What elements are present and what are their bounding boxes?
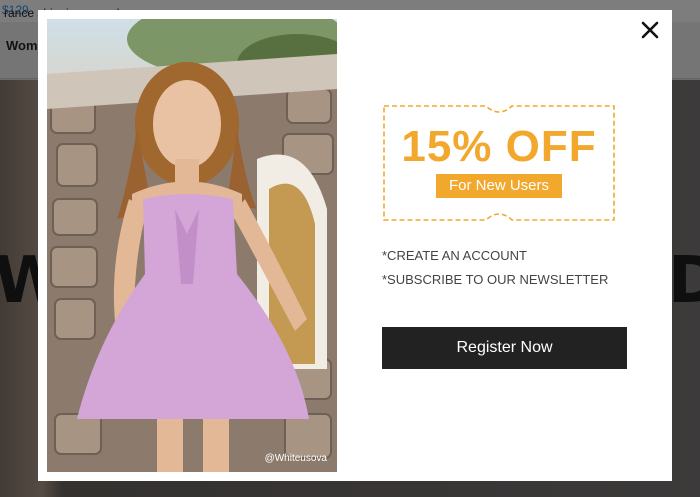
model-illustration (47, 19, 337, 472)
register-now-button[interactable]: Register Now (382, 327, 627, 369)
signup-promo-modal: @Whiteusova 15% OFF For New Users *CREAT… (38, 10, 672, 481)
close-button[interactable] (638, 18, 662, 42)
photo-credit: @Whiteusova (264, 453, 327, 464)
offer-title: 15% OFF (401, 122, 597, 171)
benefit-item-create-account: *CREATE AN ACCOUNT (382, 248, 527, 263)
offer-subtitle-badge: For New Users (436, 174, 562, 198)
benefit-item-newsletter: *SUBSCRIBE TO OUR NEWSLETTER (382, 272, 609, 287)
benefit-list: *CREATE AN ACCOUNT *SUBSCRIBE TO OUR NEW… (382, 248, 608, 296)
discount-coupon: 15% OFF For New Users (382, 104, 616, 222)
promo-photo: @Whiteusova (47, 19, 337, 472)
close-icon (641, 21, 659, 39)
